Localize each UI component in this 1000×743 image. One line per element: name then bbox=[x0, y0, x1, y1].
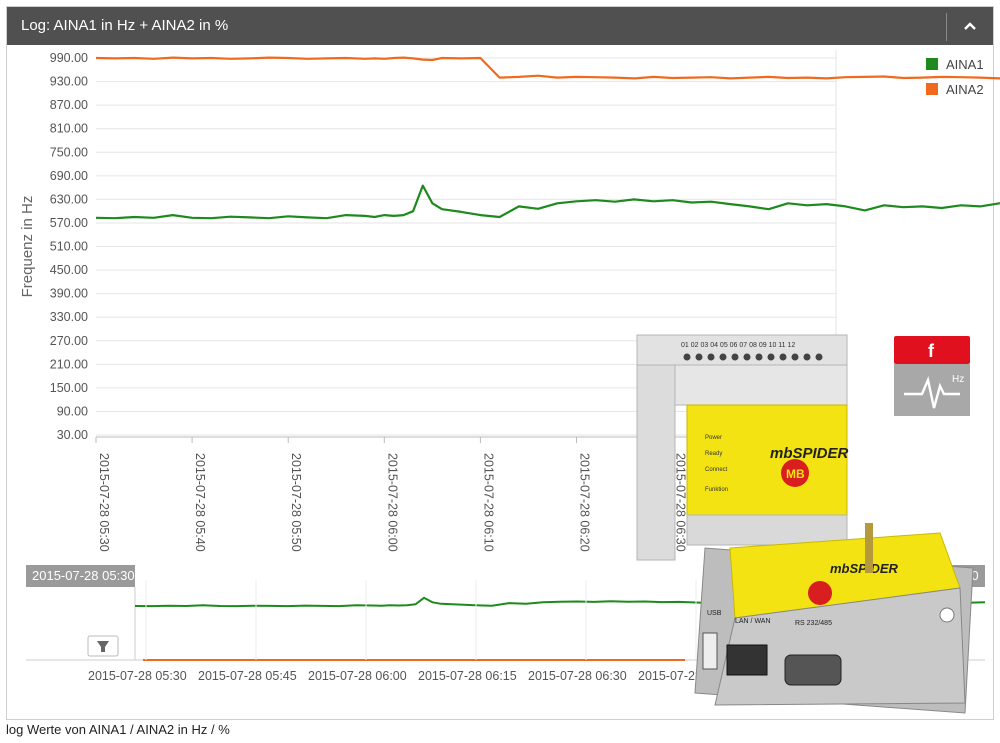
navigator-tick-label: 2015-07-28 06:30 bbox=[528, 669, 627, 683]
x-tick-label: 2015-07-28 06:10 bbox=[481, 453, 495, 552]
x-tick-label: 2015-07-28 05:30 bbox=[97, 453, 111, 552]
y-tick-label: 270.00 bbox=[50, 334, 88, 348]
x-tick-label: 2015-07-28 05:50 bbox=[289, 453, 303, 552]
y-tick-label: 390.00 bbox=[50, 287, 88, 301]
led-connect: Connect bbox=[705, 467, 728, 473]
port-rs232: RS 232/485 bbox=[795, 620, 832, 627]
badge-letter: f bbox=[928, 341, 935, 361]
y-tick-label: 990.00 bbox=[50, 51, 88, 65]
y-tick-label: 330.00 bbox=[50, 310, 88, 324]
led-funktion: Funktion bbox=[705, 487, 728, 493]
y-tick-label: 870.00 bbox=[50, 98, 88, 112]
y-tick-label: 690.00 bbox=[50, 169, 88, 183]
x-tick-label: 2015-07-28 06:20 bbox=[578, 453, 592, 552]
navigator-tick-label: 2015-07-28 06:00 bbox=[308, 669, 407, 683]
x-tick-label: 2015-07-28 05:40 bbox=[193, 453, 207, 552]
y-axis-label: Frequenz in Hz bbox=[19, 196, 36, 298]
y-tick-label: 750.00 bbox=[50, 145, 88, 159]
y-tick-label: 630.00 bbox=[50, 192, 88, 206]
legend-label-aina2[interactable]: AINA2 bbox=[946, 82, 984, 97]
y-tick-label: 90.00 bbox=[57, 404, 88, 418]
y-tick-label: 570.00 bbox=[50, 216, 88, 230]
footer-caption: log Werte von AINA1 / AINA2 in Hz / % bbox=[6, 722, 230, 737]
led-power: Power bbox=[705, 435, 722, 441]
y-tick-label: 930.00 bbox=[50, 75, 88, 89]
device-logo: MB bbox=[786, 467, 805, 481]
device-brand: mbSPIDER bbox=[770, 445, 849, 462]
y-tick-label: 210.00 bbox=[50, 357, 88, 371]
svg-text:mbSPIDER: mbSPIDER bbox=[830, 561, 899, 576]
frequency-badge: f Hz bbox=[894, 336, 970, 416]
legend-swatch-aina1[interactable] bbox=[926, 58, 938, 70]
y-tick-label: 450.00 bbox=[50, 263, 88, 277]
y-tick-label: 510.00 bbox=[50, 240, 88, 254]
y-tick-label: 150.00 bbox=[50, 381, 88, 395]
port-lan: LAN / WAN bbox=[735, 618, 771, 625]
navigator-tick-label: 2015-07-28 05:45 bbox=[198, 669, 297, 683]
navigator-tick-label: 2015-07-28 05:30 bbox=[88, 669, 187, 683]
series-line-aina2 bbox=[95, 56, 1000, 80]
y-tick-label: 810.00 bbox=[50, 122, 88, 136]
port-usb: USB bbox=[707, 610, 722, 617]
led-ready: Ready bbox=[705, 451, 722, 457]
terminal-numbers: 01 02 03 04 05 06 07 08 09 10 11 12 bbox=[681, 342, 795, 349]
y-tick-label: 30.00 bbox=[57, 428, 88, 442]
series-line-aina1 bbox=[95, 184, 1000, 220]
x-tick-label: 2015-07-28 06:00 bbox=[385, 453, 399, 552]
legend-swatch-aina2[interactable] bbox=[926, 83, 938, 95]
navigator-start-label: 2015-07-28 05:30 bbox=[32, 568, 135, 583]
navigator-tick-label: 2015-07-28 06:15 bbox=[418, 669, 517, 683]
badge-unit: Hz bbox=[952, 374, 964, 385]
legend-label-aina1[interactable]: AINA1 bbox=[946, 57, 984, 72]
